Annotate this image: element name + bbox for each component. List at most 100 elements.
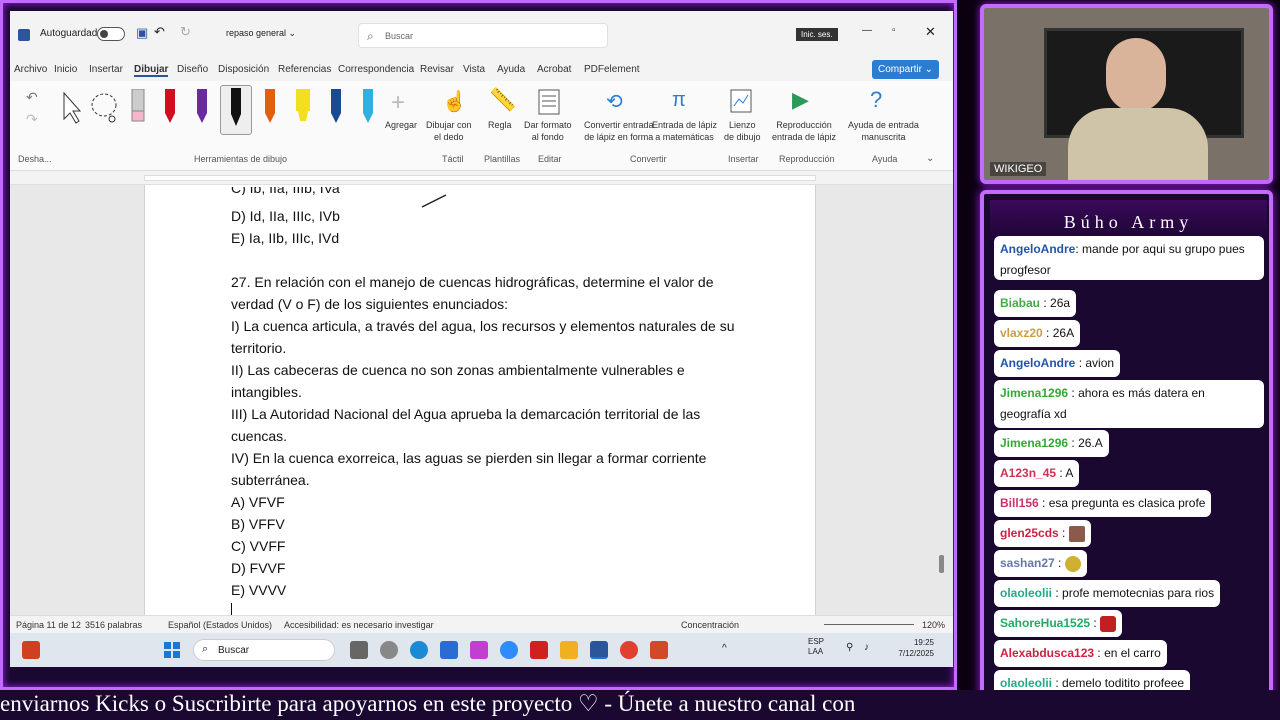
ink-math-icon[interactable]: π	[672, 89, 686, 112]
word-count[interactable]: 3516 palabras	[85, 620, 142, 630]
close-icon[interactable]: ✕	[925, 24, 936, 40]
minimize-icon[interactable]: —	[862, 25, 872, 36]
tab-acrobat[interactable]: Acrobat	[537, 64, 571, 75]
draw-finger-icon[interactable]: ☝	[442, 89, 467, 114]
black-pen-selected[interactable]	[220, 85, 252, 135]
convert-shape-icon[interactable]: ⟲	[606, 89, 623, 114]
restore-icon[interactable]: ▫	[892, 25, 896, 36]
tab-vista[interactable]: Vista	[463, 64, 485, 75]
vertical-scrollbar[interactable]	[938, 189, 945, 611]
tab-ayuda[interactable]: Ayuda	[497, 64, 525, 75]
language-status[interactable]: Español (Estados Unidos)	[168, 620, 272, 630]
drawing-canvas-button[interactable]: Lienzo de dibujo	[724, 119, 761, 143]
share-button[interactable]: Compartir ⌄	[872, 60, 940, 79]
collapse-ribbon-icon[interactable]: ⌄	[926, 153, 934, 164]
format-background-button[interactable]: Dar formato al fondo	[524, 119, 572, 143]
app-icon[interactable]	[22, 641, 40, 659]
ink-replay-button[interactable]: Reproducción entrada de lápiz	[772, 119, 836, 143]
tab-insertar[interactable]: Insertar	[89, 64, 123, 75]
input-language[interactable]: ESP LAA	[808, 637, 824, 657]
tab-inicio[interactable]: Inicio	[54, 64, 77, 75]
volume-icon[interactable]: ♪	[864, 642, 869, 653]
black-pen-icon	[231, 88, 241, 126]
edge-icon[interactable]	[410, 641, 428, 659]
page-count[interactable]: Página 11 de 12	[16, 620, 81, 630]
chatgpt-icon[interactable]	[380, 641, 398, 659]
tab-referencias[interactable]: Referencias	[278, 64, 331, 75]
focus-mode[interactable]: Concentración	[681, 620, 739, 630]
add-pen-label[interactable]: Agregar	[385, 119, 417, 131]
stream-ticker: enviarnos Kicks o Suscribirte para apoya…	[0, 690, 1280, 720]
add-pen-icon[interactable]: +	[391, 89, 405, 117]
chrome-icon[interactable]	[620, 641, 638, 659]
emote-icon	[1100, 615, 1117, 632]
redo-icon[interactable]: ↷	[26, 111, 38, 128]
zoom-slider[interactable]	[824, 624, 914, 625]
tab-pdfelement[interactable]: PDFelement	[584, 64, 640, 75]
option-c: C) VVFF	[231, 538, 286, 554]
cyan-pen-icon[interactable]	[360, 89, 376, 127]
ink-help-icon[interactable]: ?	[870, 87, 882, 113]
word-taskbar-icon[interactable]	[590, 641, 608, 659]
tab-archivo[interactable]: Archivo	[14, 64, 47, 75]
scrollbar-thumb[interactable]	[939, 555, 944, 573]
taskbar-search[interactable]: ⌕ Buscar	[193, 639, 335, 661]
tab-diseno[interactable]: Diseño	[177, 64, 208, 75]
person-head	[1106, 38, 1166, 112]
signin-button[interactable]: Inic. ses.	[796, 28, 838, 41]
acrobat-icon[interactable]	[530, 641, 548, 659]
redo-icon[interactable]: ↻	[180, 24, 191, 40]
webcam-label: WIKIGEO	[990, 162, 1047, 176]
eraser-icon[interactable]	[130, 89, 146, 127]
purple-pen-icon[interactable]	[194, 89, 210, 127]
chat-message: Bill156 : esa pregunta es clasica profe	[994, 490, 1212, 517]
option-e: E) VVVV	[231, 582, 287, 598]
clock[interactable]: 19:25 7/12/2025	[884, 637, 934, 659]
ink-to-math-button[interactable]: Entrada de lápiz a matemáticas	[652, 119, 717, 143]
tab-dibujar[interactable]: Dibujar	[134, 64, 169, 77]
red-pen-icon[interactable]	[162, 89, 178, 127]
select-arrow-icon[interactable]	[60, 91, 82, 125]
undo-icon[interactable]: ↶	[154, 24, 165, 40]
ruler-button[interactable]: Regla	[488, 119, 512, 131]
app-icon[interactable]	[470, 641, 488, 659]
ink-help-button[interactable]: Ayuda de entrada manuscrita	[848, 119, 919, 143]
orange-pen-icon[interactable]	[262, 89, 278, 127]
document-title[interactable]: repaso general ⌄	[226, 28, 296, 39]
doc-line: D) Id, IIa, IIIc, IVb	[231, 208, 340, 224]
windows-start-icon[interactable]	[164, 642, 180, 658]
network-icon[interactable]: ⚲	[846, 642, 853, 653]
search-box[interactable]: ⌕ Buscar	[358, 23, 608, 48]
tab-revisar[interactable]: Revisar	[420, 64, 454, 75]
emote-icon	[1064, 555, 1081, 572]
draw-with-finger-button[interactable]: Dibujar con el dedo	[426, 119, 472, 143]
chat-message: Alexabdusca123 : en el carro	[994, 640, 1167, 667]
save-icon[interactable]: ▣	[136, 25, 148, 41]
doc-line: E) Ia, IIb, IIIc, IVd	[231, 230, 340, 246]
ruler-icon[interactable]: 📏	[489, 87, 516, 113]
chat-message: SahoreHua1525 :	[994, 610, 1123, 637]
convert-to-shape-button[interactable]: Convertir entrada de lápiz en forma	[584, 119, 654, 143]
autosave-toggle[interactable]	[97, 27, 125, 41]
yellow-highlighter-icon[interactable]	[294, 89, 312, 127]
zoom-app-icon[interactable]	[500, 641, 518, 659]
accessibility-status[interactable]: Accesibilidad: es necesario investigar	[284, 620, 434, 630]
task-view-icon[interactable]	[350, 641, 368, 659]
undo-icon[interactable]: ↶	[26, 89, 38, 106]
blue-pen-icon[interactable]	[328, 89, 344, 127]
doc-line: I) La cuenca articula, a través del agua…	[231, 318, 735, 334]
chat-panel: Búho Army AngeloAndre: mande por aqui su…	[980, 190, 1273, 702]
tab-correspondencia[interactable]: Correspondencia	[338, 64, 414, 75]
format-background-icon[interactable]	[538, 89, 560, 115]
powerpoint-icon[interactable]	[650, 641, 668, 659]
templates-group-label: Plantillas	[484, 154, 521, 164]
tray-chevron-icon[interactable]: ^	[722, 643, 727, 654]
document-page[interactable]: C) Ib, IIa, IIIb, IVa D) Id, IIa, IIIc, …	[144, 185, 816, 617]
file-explorer-icon[interactable]	[560, 641, 578, 659]
drawing-canvas-icon[interactable]	[730, 89, 752, 115]
tab-disposicion[interactable]: Disposición	[218, 64, 269, 75]
copilot-icon[interactable]	[440, 641, 458, 659]
lasso-icon[interactable]	[90, 91, 122, 125]
ink-replay-icon[interactable]: ▶	[792, 87, 809, 113]
zoom-level[interactable]: 120%	[922, 620, 945, 630]
